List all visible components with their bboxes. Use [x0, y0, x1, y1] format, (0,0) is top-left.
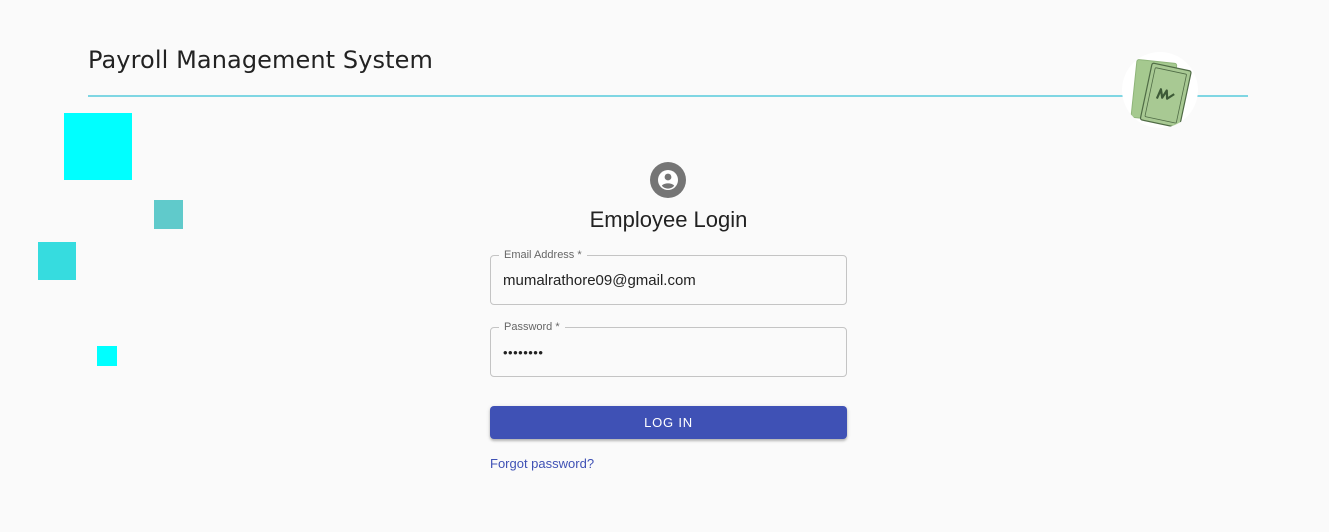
- decorative-square: [64, 113, 132, 180]
- login-page: Payroll Management System Employee Login…: [0, 0, 1329, 532]
- email-field: Email Address *: [490, 248, 847, 305]
- login-title: Employee Login: [589, 207, 748, 232]
- app-title: Payroll Management System: [88, 46, 434, 74]
- forgot-password-link[interactable]: Forgot password?: [490, 456, 594, 472]
- email-input[interactable]: [503, 256, 833, 304]
- account-circle-icon: [650, 162, 686, 198]
- decorative-square: [38, 242, 76, 280]
- money-bills-icon: [1122, 52, 1198, 128]
- password-field: Password *: [490, 320, 847, 377]
- password-input[interactable]: [503, 328, 833, 376]
- decorative-square: [154, 200, 183, 229]
- login-button[interactable]: LOG IN: [490, 406, 847, 439]
- decorative-square: [97, 346, 117, 366]
- header-divider: [88, 95, 1248, 97]
